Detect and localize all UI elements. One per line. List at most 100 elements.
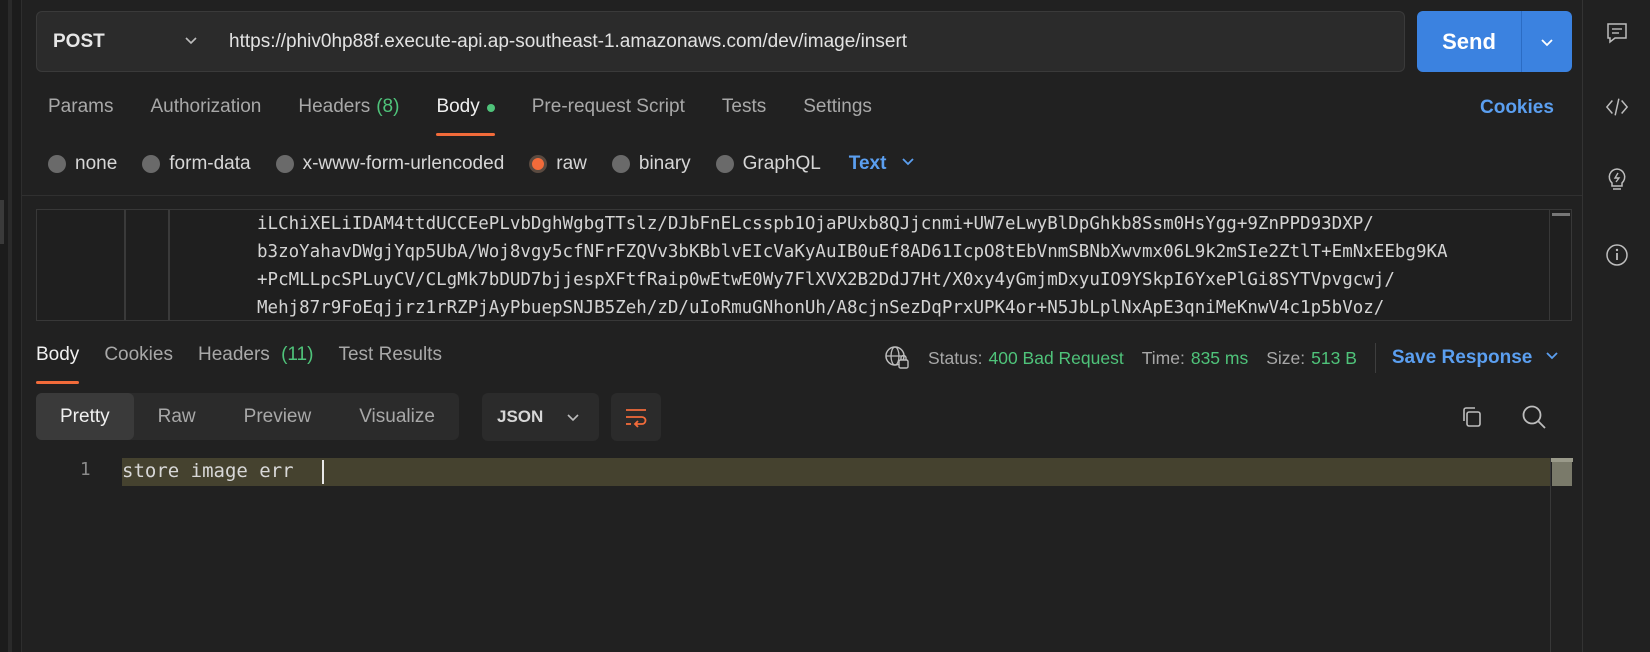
resp-tab-headers[interactable]: Headers (11) [198,344,314,380]
resp-headers-count: (11) [281,344,314,365]
cookies-link[interactable]: Cookies [1480,97,1554,119]
radio-binary-label: binary [638,153,691,174]
tab-params[interactable]: Params [48,96,113,136]
editor-code: iLChiXELiIDAM4ttdUCCEePLvbDghWgbgTTslz/D… [257,210,1448,320]
view-raw-label: Raw [157,405,196,427]
url-text: https://phiv0hp88f.execute-api.ap-southe… [229,30,908,52]
request-body-editor[interactable]: iLChiXELiIDAM4ttdUCCEePLvbDghWgbgTTslz/D… [36,209,1572,321]
radio-none-label: none [75,153,118,174]
send-label: Send [1442,28,1496,54]
wrap-lines-button[interactable] [611,393,661,441]
line-number: 1 [80,460,91,480]
tab-authorization-label: Authorization [150,96,262,117]
tab-body[interactable]: Body [436,96,496,136]
resp-tab-test-results[interactable]: Test Results [338,344,441,380]
radio-form-data-label: form-data [169,153,251,174]
radio-graphql-label: GraphQL [742,153,821,174]
radio-circle [611,155,630,173]
response-scrollbar[interactable] [1550,458,1573,652]
tab-prerequest-script[interactable]: Pre-request Script [532,96,685,136]
save-response-button[interactable]: Save Response [1392,347,1560,369]
tab-settings-label: Settings [803,96,872,117]
tab-authorization[interactable]: Authorization [150,96,261,136]
resp-tab-headers-label: Headers [197,344,270,365]
radio-none[interactable]: none [48,153,117,175]
response-text: store image err [122,460,294,482]
chevron-down-icon [183,32,199,53]
radio-circle-selected [529,155,548,173]
format-label: JSON [497,407,544,426]
radio-circle [142,155,161,173]
status-value[interactable]: 400 Bad Request [988,348,1123,369]
radio-urlencoded-label: x-www-form-urlencoded [302,153,505,174]
chevron-down-icon [1544,347,1560,369]
view-mode-selector: Pretty Raw Preview Visualize [36,393,459,440]
radio-circle [48,155,66,173]
view-visualize-label: Visualize [359,405,435,427]
copy-button[interactable] [1458,403,1486,431]
body-modified-dot [486,104,495,112]
code-line: +PcMLLpcSPLuyCV/CLgMk7bDUD7bjjespXFtfRai… [257,270,1395,290]
code-icon[interactable] [1605,95,1629,119]
tab-params-label: Params [48,96,114,117]
view-preview-button[interactable]: Preview [220,393,336,440]
scrollbar-thumb[interactable] [1552,458,1572,486]
chevron-down-icon [565,409,581,430]
tab-tests[interactable]: Tests [722,96,766,136]
resp-tab-test-results-label: Test Results [338,344,442,365]
scrollbar-thumb[interactable] [1552,213,1570,216]
radio-raw[interactable]: raw [529,153,587,175]
search-icon [1522,405,1546,429]
radio-binary[interactable]: binary [611,153,691,175]
lightbulb-icon[interactable] [1605,168,1629,192]
resp-tab-body[interactable]: Body [36,344,80,384]
response-body-line[interactable]: 1 store image err [36,458,1550,486]
headers-count: (8) [376,96,400,117]
send-options-button[interactable] [1521,11,1572,72]
code-line: iLChiXELiIDAM4ttdUCCEePLvbDghWgbgTTslz/D… [257,214,1374,234]
response-tabs: Body Cookies Headers (11) Test Results [36,344,467,384]
format-select[interactable]: JSON [482,393,599,441]
current-line-highlight [122,458,1550,486]
tab-prerequest-label: Pre-request Script [531,96,685,117]
radio-raw-label: raw [556,153,587,174]
view-pretty-button[interactable]: Pretty [36,393,134,440]
editor-gutter-line [168,210,170,320]
tab-headers-label: Headers [298,96,371,117]
view-preview-label: Preview [243,405,312,427]
chevron-down-icon [1541,38,1553,46]
radio-circle [275,155,294,173]
radio-urlencoded[interactable]: x-www-form-urlencoded [275,153,505,175]
chevron-down-icon [900,153,916,175]
method-label: POST [53,30,105,52]
send-button[interactable]: Send [1417,11,1521,72]
view-visualize-button[interactable]: Visualize [335,393,459,440]
time-value[interactable]: 835 ms [1191,348,1248,369]
scrollbar-marker [1551,458,1573,462]
body-type-radios: none form-data x-www-form-urlencoded raw… [48,153,916,175]
url-input[interactable]: https://phiv0hp88f.execute-api.ap-southe… [213,11,1405,72]
radio-circle [715,155,734,173]
wrap-lines-icon [626,409,647,428]
tab-settings[interactable]: Settings [803,96,872,136]
status-label: Status: [928,347,983,368]
search-button[interactable] [1520,403,1548,431]
info-icon[interactable] [1605,243,1629,267]
size-value[interactable]: 513 B [1311,348,1357,369]
right-sidebar [1582,0,1650,652]
section-divider [22,195,1582,196]
view-raw-button[interactable]: Raw [134,393,220,440]
sidebar-resize-handle[interactable] [0,200,4,244]
tab-headers[interactable]: Headers (8) [298,96,399,136]
tab-body-label: Body [436,96,480,117]
response-status-area: Status: 400 Bad Request Time: 835 ms Siz… [884,343,1560,373]
editor-scrollbar[interactable] [1549,210,1571,320]
comments-icon[interactable] [1605,21,1629,45]
text-cursor [322,460,324,484]
resp-tab-cookies[interactable]: Cookies [104,344,173,380]
globe-lock-icon[interactable] [884,345,910,371]
raw-format-select[interactable]: Text [849,153,917,175]
radio-form-data[interactable]: form-data [142,153,251,175]
method-select[interactable]: POST [36,11,214,72]
radio-graphql[interactable]: GraphQL [715,153,821,175]
